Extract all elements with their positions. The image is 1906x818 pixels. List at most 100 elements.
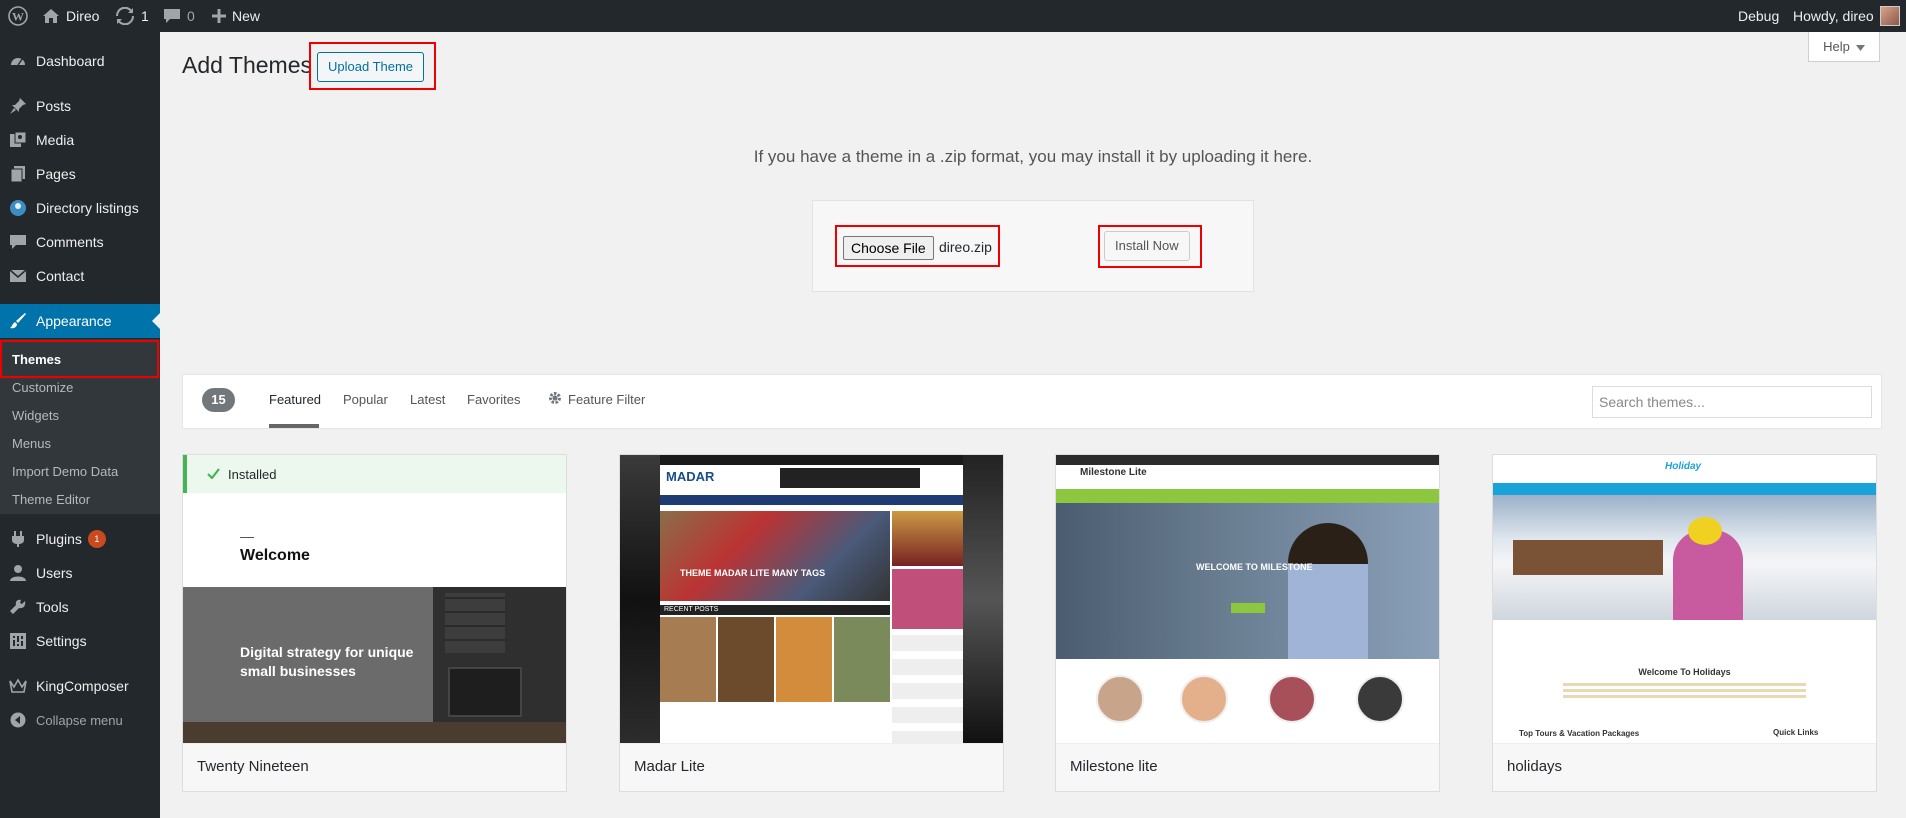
preview-logo: MADAR <box>666 469 715 484</box>
theme-screenshot[interactable]: Milestone Lite WELCOME TO MILESTONE <box>1056 455 1439 743</box>
installed-notice: Installed <box>183 455 566 493</box>
preview-logo: Milestone Lite <box>1080 467 1147 478</box>
updates-icon <box>115 7 135 25</box>
account-menu[interactable]: Howdy, direo <box>1793 0 1900 32</box>
updates-count: 1 <box>141 8 149 24</box>
theme-name: Milestone lite <box>1056 743 1439 791</box>
tab-popular[interactable]: Popular <box>343 392 388 407</box>
collapse-menu-button[interactable]: Collapse menu <box>0 703 160 737</box>
sidebar-item-appearance[interactable]: Appearance <box>0 304 160 338</box>
theme-screenshot[interactable]: MADAR THEME MADAR LITE MANY TAGS RECENT … <box>620 455 1003 743</box>
wrench-icon <box>0 598 36 616</box>
sidebar-item-kingcomposer[interactable]: KingComposer <box>0 669 160 703</box>
sidebar-item-label: Tools <box>36 599 69 615</box>
upload-instructions: If you have a theme in a .zip format, yo… <box>753 147 1313 166</box>
pages-icon <box>0 165 36 183</box>
site-name: Direo <box>66 8 100 24</box>
sidebar-item-comments[interactable]: Comments <box>0 225 160 259</box>
settings-icon <box>0 632 36 650</box>
tab-featured[interactable]: Featured <box>269 392 321 407</box>
sidebar-item-posts[interactable]: Posts <box>0 89 160 123</box>
sidebar-item-label: KingComposer <box>36 678 129 694</box>
updates-link[interactable]: 1 <box>115 0 149 32</box>
dashboard-icon <box>0 52 36 70</box>
sidebar-item-label: Media <box>36 132 75 148</box>
sidebar-item-users[interactable]: Users <box>0 556 160 590</box>
sidebar-item-plugins[interactable]: Plugins 1 <box>0 522 160 556</box>
avatar <box>1879 6 1900 26</box>
search-themes-input[interactable] <box>1592 386 1872 418</box>
new-label: New <box>232 8 261 24</box>
theme-name: holidays <box>1493 743 1876 791</box>
theme-screenshot[interactable]: Welcome Digital strategy for unique smal… <box>183 455 566 743</box>
site-name-link[interactable]: Direo <box>42 0 99 32</box>
gear-icon <box>548 391 562 408</box>
plugin-icon <box>0 530 36 548</box>
sidebar-item-label: Directory listings <box>36 200 139 216</box>
sidebar-item-label: Contact <box>36 268 85 284</box>
comment-icon <box>163 8 181 24</box>
sidebar-item-label: Plugins <box>36 531 82 547</box>
sidebar-item-tools[interactable]: Tools <box>0 590 160 624</box>
theme-screenshot[interactable]: Holiday Welcome To Holidays Top Tours & … <box>1493 455 1876 743</box>
comments-link[interactable]: 0 <box>163 0 195 32</box>
submenu-item-widgets[interactable]: Widgets <box>12 404 59 428</box>
theme-card-madar-lite[interactable]: MADAR THEME MADAR LITE MANY TAGS RECENT … <box>619 454 1004 792</box>
debug-link[interactable]: Debug <box>1738 0 1779 32</box>
howdy-label: Howdy, direo <box>1793 8 1874 24</box>
highlight-install-now <box>1098 225 1202 268</box>
highlight-themes <box>0 340 159 378</box>
preview-logo: Holiday <box>1665 461 1702 472</box>
highlight-upload-theme <box>309 42 436 90</box>
tab-featured-underline <box>269 424 319 428</box>
submenu-item-theme-editor[interactable]: Theme Editor <box>12 488 90 512</box>
admin-bar: W Direo 1 0 New Debug Howdy, direo <box>0 0 1906 32</box>
directory-icon <box>0 199 36 217</box>
sidebar-item-label: Dashboard <box>36 53 105 69</box>
tab-latest[interactable]: Latest <box>410 392 445 407</box>
comments-count: 0 <box>187 8 195 24</box>
sidebar-item-dashboard[interactable]: Dashboard <box>0 44 160 78</box>
submenu-item-menus[interactable]: Menus <box>12 432 51 456</box>
pin-icon <box>0 97 36 115</box>
theme-name: Madar Lite <box>620 743 1003 791</box>
comments-icon <box>0 233 36 251</box>
theme-card-holidays[interactable]: Holiday Welcome To Holidays Top Tours & … <box>1492 454 1877 792</box>
page-title: Add Themes <box>182 52 312 78</box>
collapse-icon <box>0 712 36 728</box>
tab-favorites[interactable]: Favorites <box>467 392 520 407</box>
help-tab-button[interactable]: Help <box>1808 32 1880 62</box>
new-content-link[interactable]: New <box>212 0 260 32</box>
submenu-item-customize[interactable]: Customize <box>12 376 73 400</box>
theme-count-badge: 15 <box>202 388 235 412</box>
feature-filter-button[interactable]: Feature Filter <box>548 391 645 408</box>
installed-label: Installed <box>228 466 277 482</box>
preview-section: Top Tours & Vacation Packages <box>1519 729 1640 738</box>
theme-card-twenty-nineteen[interactable]: Welcome Digital strategy for unique smal… <box>182 454 567 792</box>
sidebar-item-label: Collapse menu <box>36 712 123 728</box>
checkmark-icon <box>207 467 220 482</box>
sidebar-item-label: Comments <box>36 234 104 250</box>
plugins-update-badge: 1 <box>87 530 106 548</box>
sidebar-item-label: Pages <box>36 166 76 182</box>
dropdown-arrow-icon <box>1855 39 1865 54</box>
wordpress-logo-icon[interactable]: W <box>8 0 28 32</box>
help-label: Help <box>1823 39 1850 54</box>
debug-label: Debug <box>1738 8 1780 24</box>
preview-headline: THEME MADAR LITE MANY TAGS <box>680 568 826 578</box>
sidebar-item-directory-listings[interactable]: Directory listings <box>0 191 160 225</box>
svg-text:W: W <box>12 10 24 24</box>
sidebar-item-settings[interactable]: Settings <box>0 624 160 658</box>
sidebar-item-label: Posts <box>36 98 72 114</box>
crown-icon <box>0 678 36 694</box>
feature-filter-label: Feature Filter <box>568 392 646 407</box>
preview-banner: WELCOME TO MILESTONE <box>1196 562 1313 572</box>
preview-tagline: Digital strategy for unique small busine… <box>240 644 414 679</box>
submenu-item-import-demo-data[interactable]: Import Demo Data <box>12 460 118 484</box>
plus-icon <box>212 9 226 23</box>
theme-card-milestone-lite[interactable]: Milestone Lite WELCOME TO MILESTONE Mile… <box>1055 454 1440 792</box>
home-icon <box>42 8 60 24</box>
sidebar-item-label: Users <box>36 565 73 581</box>
brush-icon <box>0 312 36 330</box>
sidebar-item-contact[interactable]: Contact <box>0 259 160 293</box>
